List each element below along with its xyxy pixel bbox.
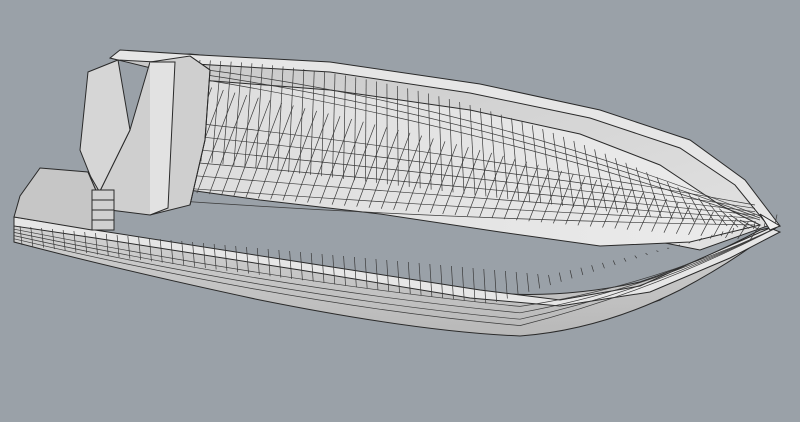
stern-steps[interactable]	[91, 189, 115, 231]
boat-hull-model[interactable]	[0, 0, 800, 422]
3d-viewport[interactable]	[0, 0, 800, 422]
